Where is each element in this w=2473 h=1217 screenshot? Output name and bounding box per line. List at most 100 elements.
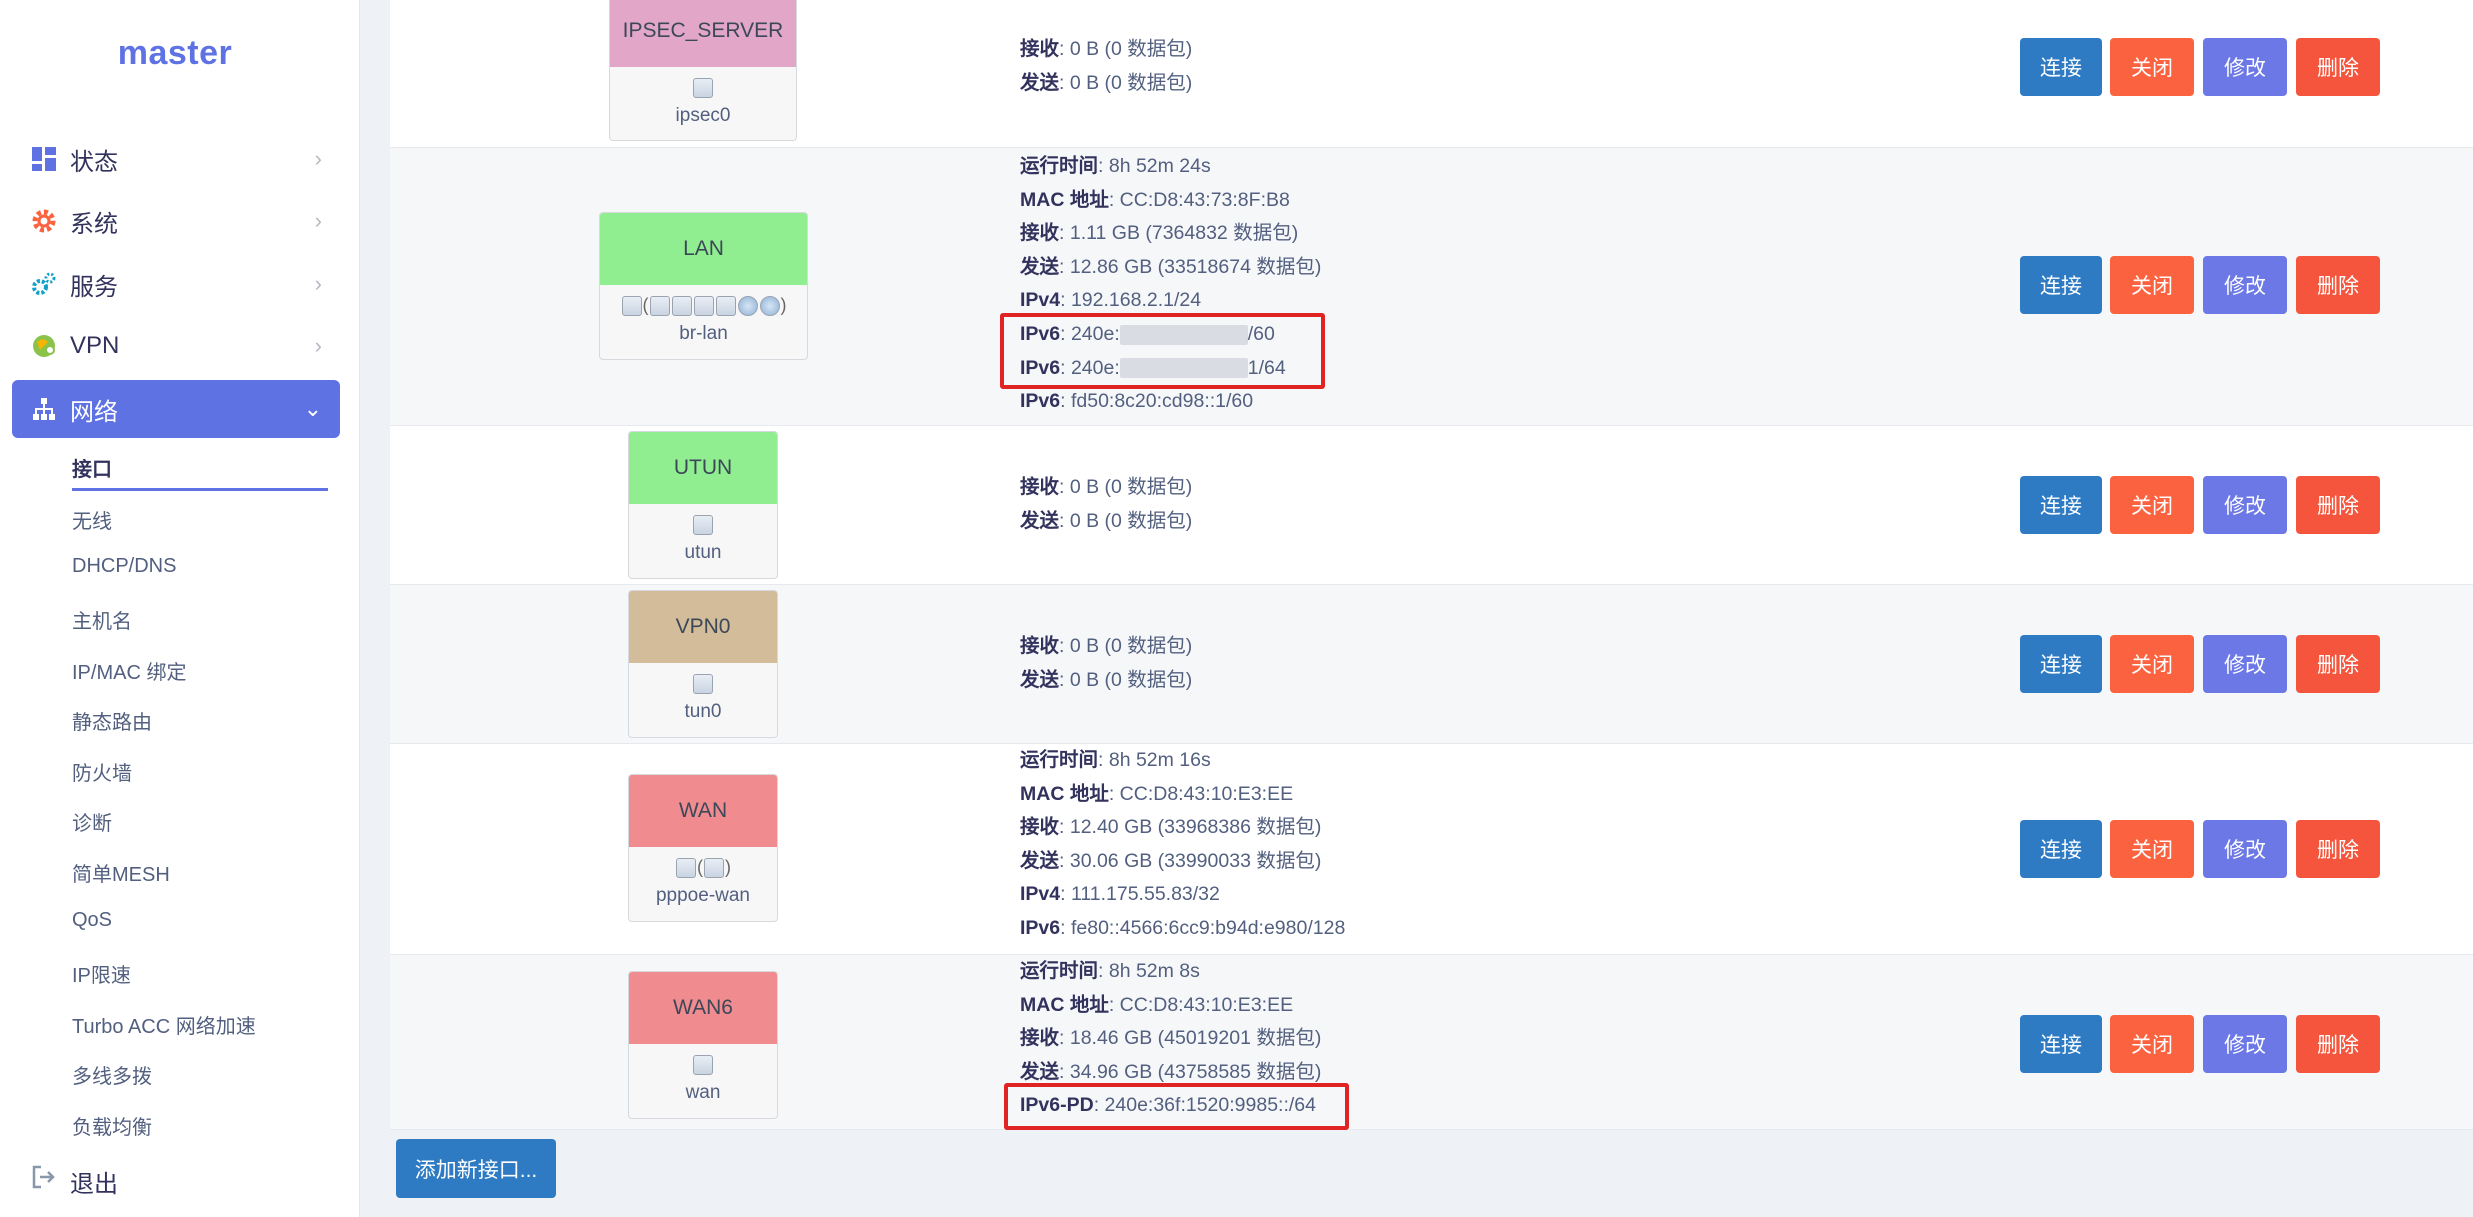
interfaces-table: IPSEC_SERVER ipsec0 接收: 0 B (0 数据包) 发送: … [390, 0, 2473, 1217]
delete-button[interactable]: 删除 [2296, 476, 2380, 534]
connect-button[interactable]: 连接 [2020, 256, 2102, 314]
subnav-ip-mac-binding[interactable]: IP/MAC 绑定 [72, 656, 186, 685]
sidebar: master 状态 › 系统 › 服务 › VPN › 网络 ⌄ 接口 无线 D… [0, 0, 360, 1217]
interface-card: WAN6 wan [628, 971, 778, 1119]
nav-network[interactable]: 网络 ⌄ [12, 380, 340, 438]
cogs-icon [30, 270, 58, 298]
device-icons: () [629, 857, 777, 883]
interface-card: IPSEC_SERVER ipsec0 [609, 0, 797, 141]
edit-button[interactable]: 修改 [2203, 38, 2287, 96]
device-icon [629, 1054, 777, 1080]
subnav-dhcp-dns[interactable]: DHCP/DNS [72, 555, 176, 578]
stop-button[interactable]: 关闭 [2110, 1015, 2194, 1073]
interface-status: 接收: 0 B (0 数据包) 发送: 0 B (0 数据包) [1020, 38, 1193, 94]
device-name: tun0 [684, 701, 722, 722]
chevron-right-icon: › [314, 146, 322, 171]
device-name: ipsec0 [675, 105, 731, 126]
chevron-right-icon: › [314, 208, 322, 233]
subnav-mesh[interactable]: 简单MESH [72, 858, 170, 887]
device-icon [629, 673, 777, 699]
stop-button[interactable]: 关闭 [2110, 38, 2194, 96]
edit-button[interactable]: 修改 [2203, 1015, 2287, 1073]
interface-card: VPN0 tun0 [628, 590, 778, 738]
edit-button[interactable]: 修改 [2203, 635, 2287, 693]
chevron-right-icon: › [314, 271, 322, 296]
connect-button[interactable]: 连接 [2020, 635, 2102, 693]
add-interface-button[interactable]: 添加新接口... [396, 1139, 556, 1198]
nav-services[interactable]: 服务 › [12, 255, 340, 313]
logout-label: 退出 [70, 1171, 118, 1198]
delete-button[interactable]: 删除 [2296, 256, 2380, 314]
device-icons: () [600, 295, 807, 321]
interface-name: UTUN [629, 432, 777, 504]
logout-button[interactable]: 退出 [12, 1150, 340, 1208]
device-icon [629, 514, 777, 540]
device-name: utun [684, 542, 722, 563]
subnav-wireless[interactable]: 无线 [72, 505, 112, 534]
chevron-right-icon: › [314, 333, 322, 358]
logo[interactable]: master [0, 34, 350, 73]
table-row: WAN () pppoe-wan 运行时间: 8h 52m 16s MAC 地址… [390, 744, 2473, 955]
nav-status[interactable]: 状态 › [12, 130, 340, 188]
interface-name: VPN0 [629, 591, 777, 663]
subnav-multiwan-dial[interactable]: 多线多拨 [72, 1060, 152, 1089]
interface-name: WAN [629, 775, 777, 847]
delete-button[interactable]: 删除 [2296, 635, 2380, 693]
delete-button[interactable]: 删除 [2296, 38, 2380, 96]
table-row: UTUN utun 接收: 0 B (0 数据包) 发送: 0 B (0 数据包… [390, 426, 2473, 585]
subnav-static-routes[interactable]: 静态路由 [72, 706, 152, 735]
device-name: pppoe-wan [655, 885, 751, 906]
interface-status: 接收: 0 B (0 数据包) 发送: 0 B (0 数据包) [1020, 476, 1193, 532]
device-name: wan [685, 1082, 721, 1103]
connect-button[interactable]: 连接 [2020, 820, 2102, 878]
sitemap-icon [30, 395, 58, 423]
edit-button[interactable]: 修改 [2203, 256, 2287, 314]
device-icon [610, 77, 796, 103]
sign-out-icon [30, 1164, 56, 1197]
connect-button[interactable]: 连接 [2020, 38, 2102, 96]
delete-button[interactable]: 删除 [2296, 820, 2380, 878]
interface-status: 运行时间: 8h 52m 16s MAC 地址: CC:D8:43:10:E3:… [1020, 749, 1346, 939]
stop-button[interactable]: 关闭 [2110, 635, 2194, 693]
interface-status: 接收: 0 B (0 数据包) 发送: 0 B (0 数据包) [1020, 635, 1193, 691]
subnav-firewall[interactable]: 防火墙 [72, 757, 132, 786]
stop-button[interactable]: 关闭 [2110, 476, 2194, 534]
subnav-load-balance[interactable]: 负载均衡 [72, 1111, 152, 1140]
nav-system-label: 系统 [70, 210, 118, 238]
interface-card: UTUN utun [628, 431, 778, 579]
interface-name: LAN [600, 213, 807, 285]
table-row: LAN () br-lan 运行时间: 8h 52m 24s MAC 地址: C… [390, 148, 2473, 426]
nav-services-label: 服务 [70, 273, 118, 301]
subnav-hostnames[interactable]: 主机名 [72, 605, 132, 634]
interface-card: WAN () pppoe-wan [628, 774, 778, 922]
dashboard-icon [30, 145, 58, 173]
globe-icon [30, 332, 58, 360]
subnav-turbo-acc[interactable]: Turbo ACC 网络加速 [72, 1010, 256, 1039]
stop-button[interactable]: 关闭 [2110, 820, 2194, 878]
table-row: VPN0 tun0 接收: 0 B (0 数据包) 发送: 0 B (0 数据包… [390, 585, 2473, 744]
subnav-interfaces[interactable]: 接口 [72, 453, 112, 482]
edit-button[interactable]: 修改 [2203, 820, 2287, 878]
nav-status-label: 状态 [70, 148, 118, 176]
delete-button[interactable]: 删除 [2296, 1015, 2380, 1073]
interface-name: IPSEC_SERVER [610, 0, 796, 67]
subnav-ip-limit[interactable]: IP限速 [72, 959, 131, 988]
stop-button[interactable]: 关闭 [2110, 256, 2194, 314]
subnav-qos[interactable]: QoS [72, 909, 112, 932]
gear-icon [30, 207, 58, 235]
nav-vpn[interactable]: VPN › [12, 317, 340, 375]
highlight-box [1000, 313, 1325, 389]
table-row: IPSEC_SERVER ipsec0 接收: 0 B (0 数据包) 发送: … [390, 0, 2473, 148]
connect-button[interactable]: 连接 [2020, 476, 2102, 534]
connect-button[interactable]: 连接 [2020, 1015, 2102, 1073]
table-row: WAN6 wan 运行时间: 8h 52m 8s MAC 地址: CC:D8:4… [390, 955, 2473, 1130]
subnav-diagnostics[interactable]: 诊断 [72, 807, 112, 836]
active-indicator [72, 488, 328, 491]
interface-card: LAN () br-lan [599, 212, 808, 360]
edit-button[interactable]: 修改 [2203, 476, 2287, 534]
interface-name: WAN6 [629, 972, 777, 1044]
nav-network-label: 网络 [70, 398, 118, 426]
chevron-down-icon: ⌄ [303, 396, 322, 421]
nav-system[interactable]: 系统 › [12, 192, 340, 250]
highlight-box [1004, 1083, 1349, 1130]
